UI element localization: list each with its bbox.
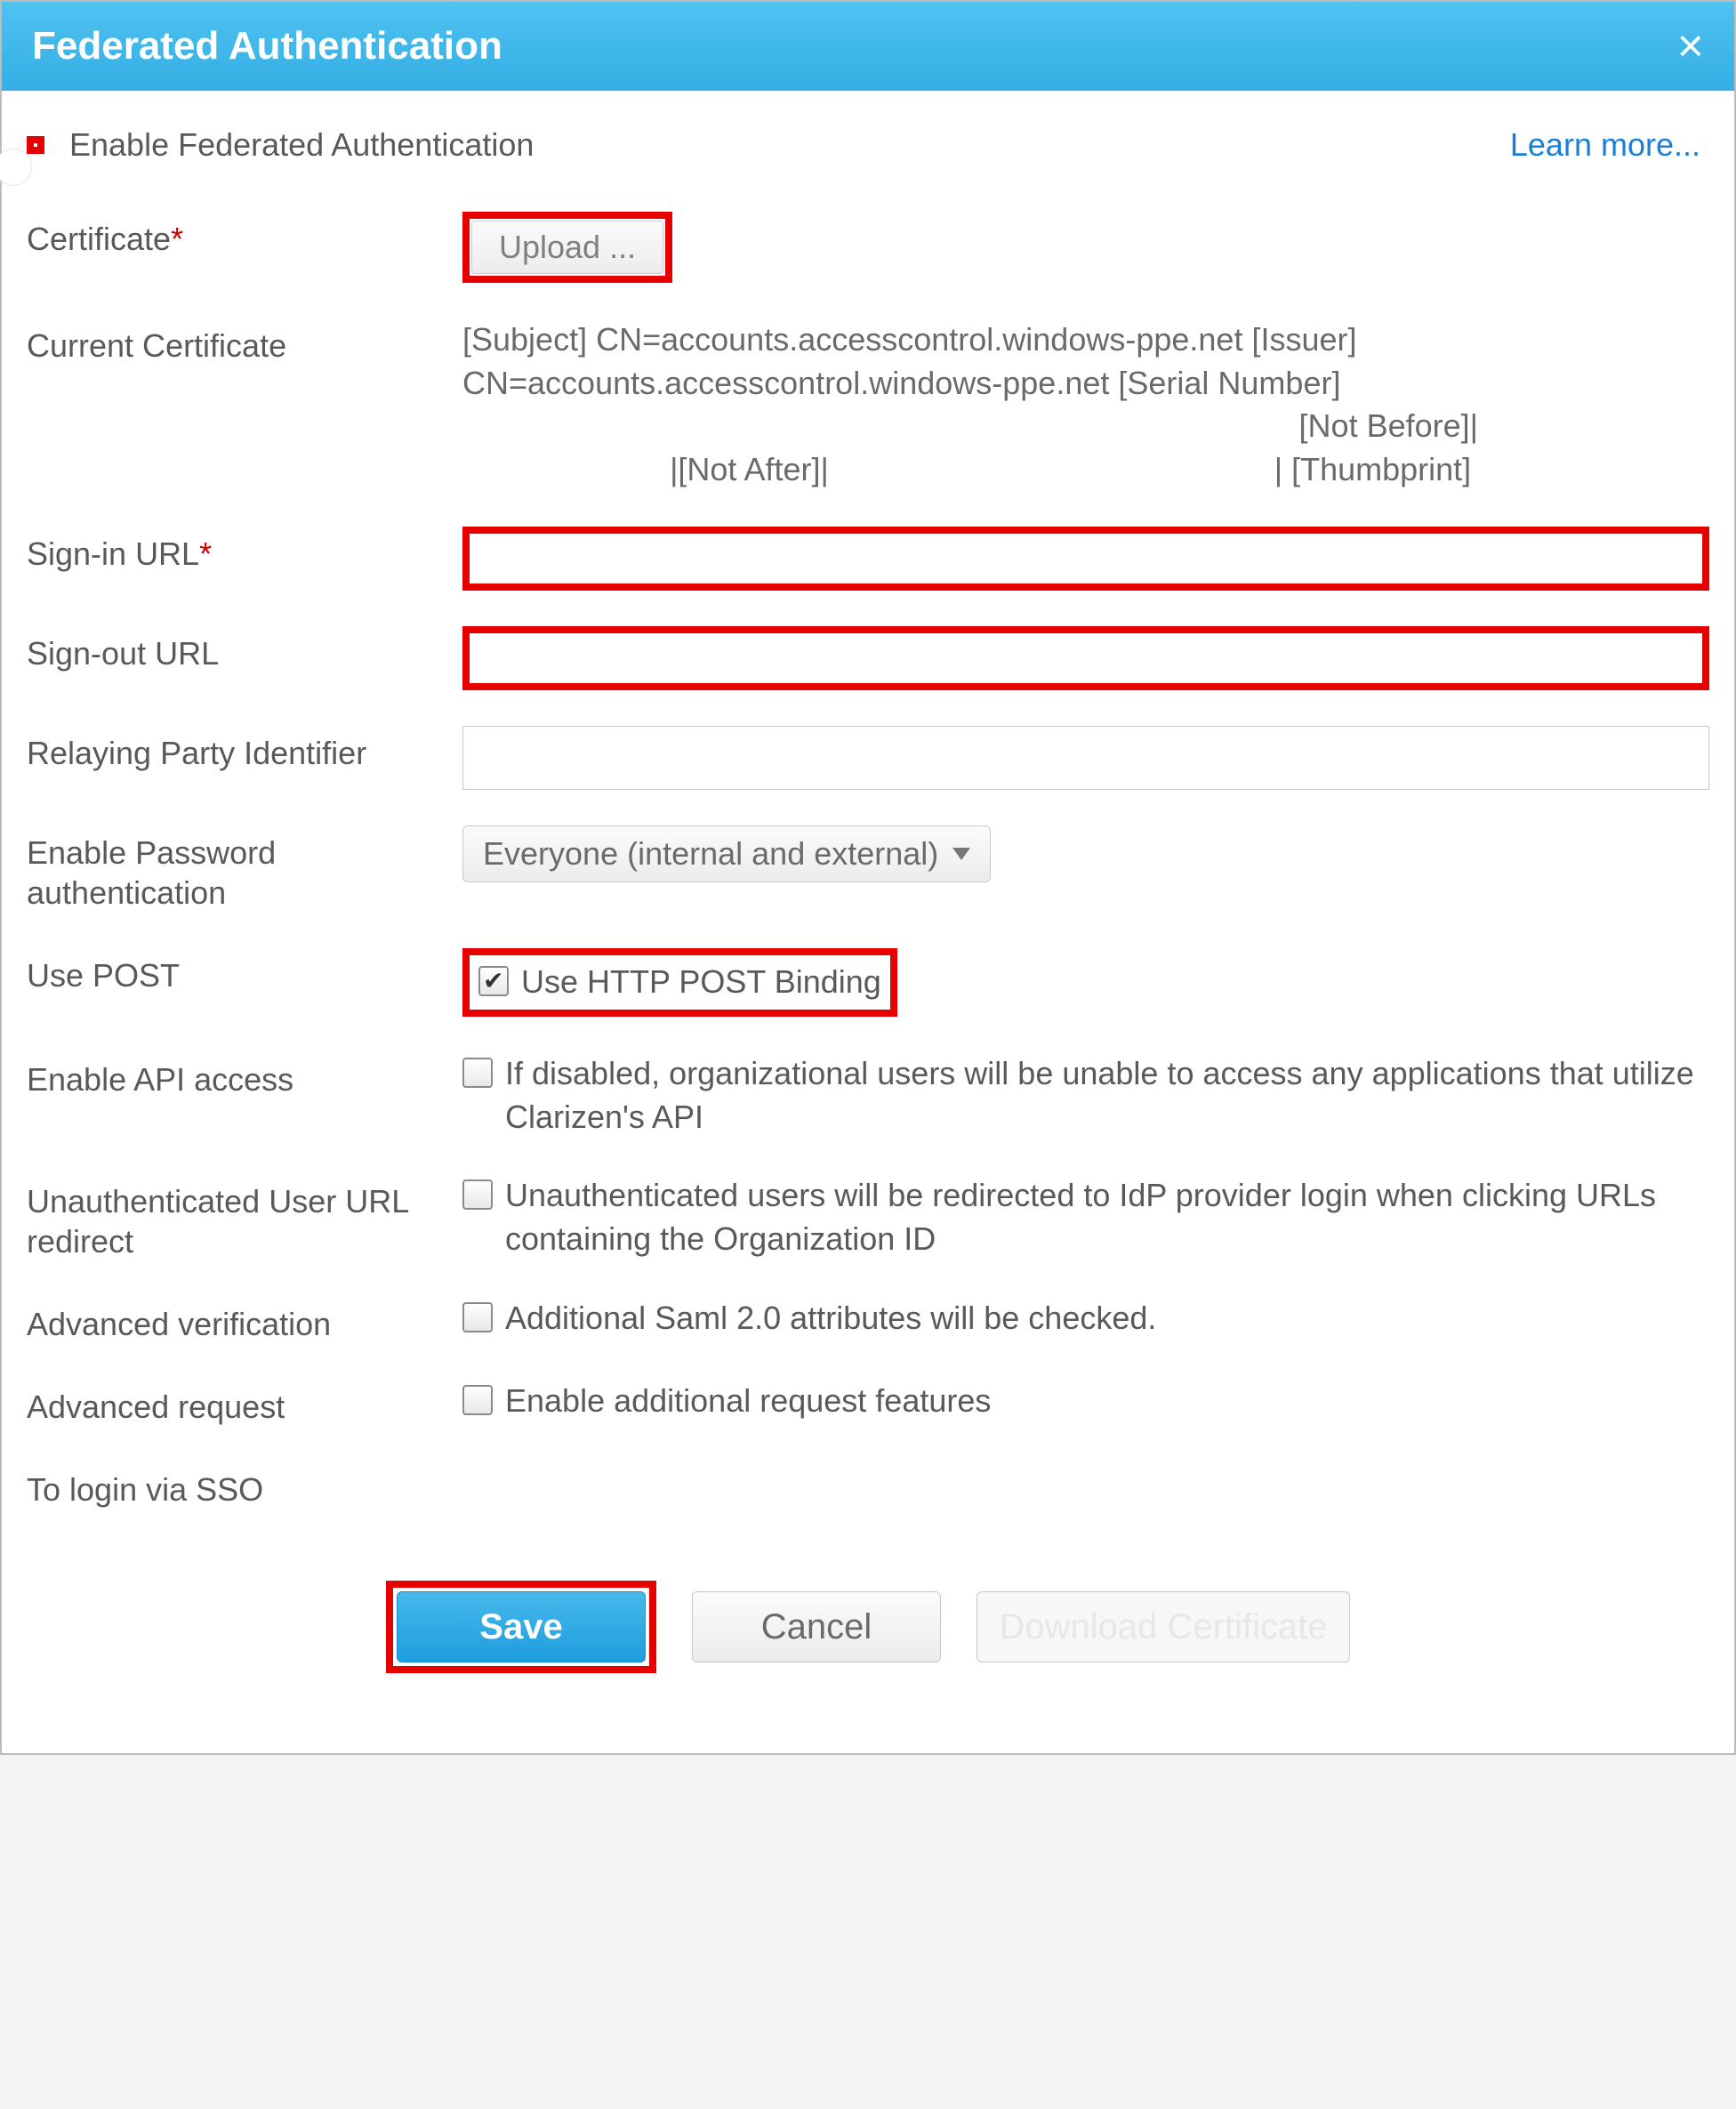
download-certificate-button: Download Certificate — [976, 1591, 1350, 1662]
current-cert-label: Current Certificate — [27, 318, 462, 366]
chevron-down-icon — [952, 848, 970, 860]
toggle-knob — [0, 149, 32, 186]
enable-toggle-row: ✓ Enable Federated Authentication — [27, 126, 534, 164]
advanced-verification-checkbox[interactable] — [462, 1302, 493, 1332]
signin-url-label: Sign-in URL* — [27, 527, 462, 574]
dialog-titlebar: Federated Authentication × — [2, 2, 1734, 91]
dialog-footer: Save Cancel Download Certificate — [27, 1545, 1709, 1718]
signout-url-input[interactable] — [462, 626, 1709, 690]
use-post-checkbox[interactable] — [478, 966, 509, 996]
dialog-content: ✓ Enable Federated Authentication Learn … — [2, 91, 1734, 1753]
enable-label: Enable Federated Authentication — [69, 126, 534, 164]
toggle-highlight: ✓ — [27, 136, 44, 154]
required-asterisk: * — [199, 535, 212, 572]
relaying-party-input[interactable] — [462, 726, 1709, 790]
unauth-redirect-checkbox[interactable] — [462, 1179, 493, 1210]
relaying-party-label: Relaying Party Identifier — [27, 726, 462, 773]
unauth-redirect-label: Unauthenticated User URL redirect — [27, 1174, 462, 1261]
password-auth-label: Enable Password authentication — [27, 825, 462, 913]
use-post-label: Use POST — [27, 948, 462, 995]
password-auth-value: Everyone (internal and external) — [483, 835, 938, 873]
certificate-label: Certificate* — [27, 212, 462, 259]
password-auth-select[interactable]: Everyone (internal and external) — [462, 825, 991, 882]
unauth-redirect-text: Unauthenticated users will be redirected… — [505, 1174, 1709, 1260]
cancel-button[interactable]: Cancel — [692, 1591, 941, 1662]
use-post-text: Use HTTP POST Binding — [521, 961, 881, 1004]
advanced-request-text: Enable additional request features — [505, 1380, 991, 1423]
signin-url-input[interactable] — [462, 527, 1709, 591]
api-access-checkbox[interactable] — [462, 1058, 493, 1088]
current-cert-value: [Subject] CN=accounts.accesscontrol.wind… — [462, 318, 1709, 491]
learn-more-link[interactable]: Learn more... — [1510, 126, 1709, 164]
required-asterisk: * — [171, 221, 183, 257]
use-post-highlight: Use HTTP POST Binding — [462, 948, 897, 1017]
check-icon: ✓ — [50, 150, 76, 186]
advanced-verification-text: Additional Saml 2.0 attributes will be c… — [505, 1297, 1156, 1340]
federated-auth-dialog: Federated Authentication × ✓ Enable Fede… — [0, 0, 1736, 1755]
save-highlight: Save — [386, 1581, 656, 1673]
dialog-title: Federated Authentication — [32, 24, 502, 68]
api-access-label: Enable API access — [27, 1052, 462, 1099]
advanced-request-label: Advanced request — [27, 1380, 462, 1427]
sso-login-label: To login via SSO — [27, 1462, 462, 1509]
signout-url-label: Sign-out URL — [27, 626, 462, 673]
advanced-request-checkbox[interactable] — [462, 1385, 493, 1415]
save-button[interactable]: Save — [397, 1591, 646, 1662]
advanced-verification-label: Advanced verification — [27, 1297, 462, 1344]
top-line: ✓ Enable Federated Authentication Learn … — [27, 126, 1709, 164]
upload-button[interactable]: Upload ... — [471, 221, 663, 274]
close-icon[interactable]: × — [1677, 23, 1704, 69]
upload-highlight: Upload ... — [462, 212, 672, 283]
api-access-text: If disabled, organizational users will b… — [505, 1052, 1709, 1139]
